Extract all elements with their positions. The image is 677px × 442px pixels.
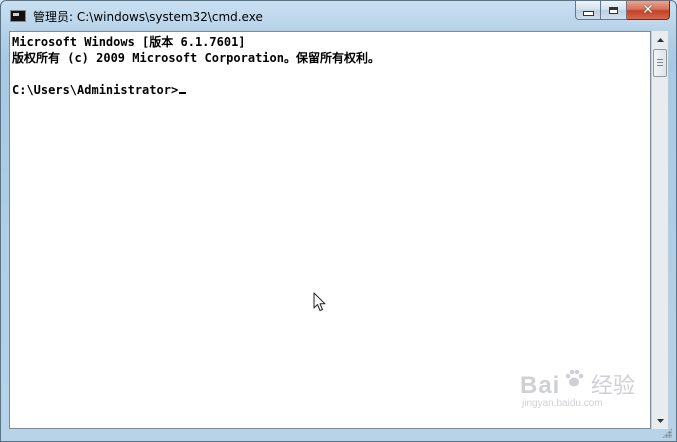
close-button[interactable]: ✕ [627,1,670,20]
vertical-scrollbar[interactable] [651,31,668,429]
window-title: 管理员: C:\windows\system32\cmd.exe [33,10,263,24]
text-cursor [179,92,187,94]
watermark-url: jingyan.baidu.com [522,398,603,409]
watermark-sub: 经验 [590,373,635,398]
title-bar[interactable]: 管理员: C:\windows\system32\cmd.exe ✕ [1,1,676,31]
scroll-thumb[interactable] [653,49,667,77]
minimize-icon [582,10,594,16]
scroll-up-button[interactable] [652,31,668,48]
paw-icon [565,369,584,387]
scroll-down-button[interactable] [652,412,668,429]
resize-grip[interactable] [662,428,672,438]
console-prompt-line[interactable]: C:\Users\Administrator> [12,82,650,98]
maximize-button[interactable] [601,1,627,20]
command-prompt: C:\Users\Administrator> [12,83,179,97]
cmd-icon[interactable] [10,10,26,22]
baidu-watermark: Bai 经验 jingyan.baidu.com [520,368,635,409]
close-icon: ✕ [642,2,654,18]
caption-buttons: ✕ [575,1,670,21]
maximize-icon [609,6,618,14]
chevron-up-icon [656,37,664,42]
console-line: 版权所有 (c) 2009 Microsoft Corporation。保留所有… [12,51,380,65]
mouse-pointer-icon [313,292,326,311]
watermark-logo: Bai [520,372,561,399]
minimize-button[interactable] [575,1,601,20]
console-line: Microsoft Windows [版本 6.1.7601] [12,35,246,49]
chevron-down-icon [656,418,664,423]
